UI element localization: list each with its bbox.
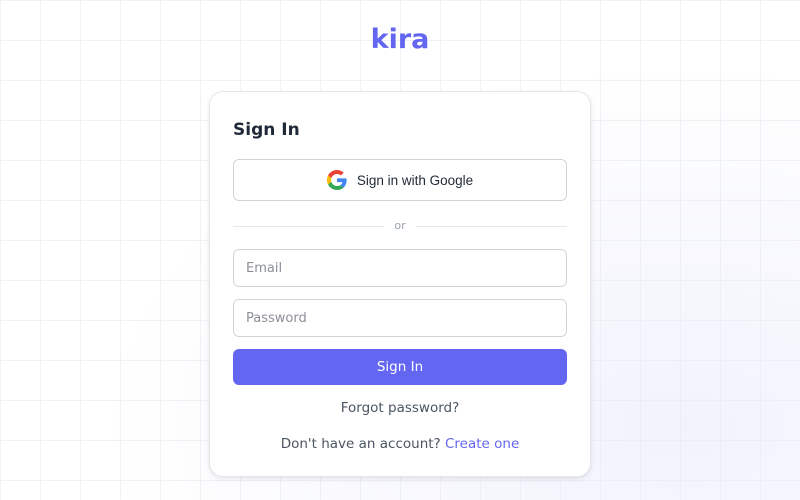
forgot-password-row: Forgot password?	[210, 399, 590, 417]
email-field[interactable]	[233, 249, 567, 287]
sign-in-card: Sign In Sign in with Google or Sign In F…	[209, 91, 591, 477]
brand-logo: kira	[370, 24, 430, 55]
password-field[interactable]	[233, 299, 567, 337]
card-title: Sign In	[233, 120, 300, 140]
sign-in-button[interactable]: Sign In	[233, 349, 567, 385]
google-sign-in-label: Sign in with Google	[356, 172, 474, 188]
forgot-password-link[interactable]: Forgot password?	[341, 400, 460, 416]
google-icon	[326, 170, 347, 190]
signup-prompt: Don't have an account?	[280, 436, 445, 452]
divider-line-left	[233, 225, 385, 227]
google-sign-in-button[interactable]: Sign in with Google	[233, 159, 567, 201]
create-account-link[interactable]: Create one	[445, 436, 519, 452]
divider-line-right	[415, 225, 568, 227]
divider-text: or	[394, 219, 406, 232]
signup-row: Don't have an account? Create one	[210, 435, 590, 453]
or-divider: or	[233, 218, 568, 234]
